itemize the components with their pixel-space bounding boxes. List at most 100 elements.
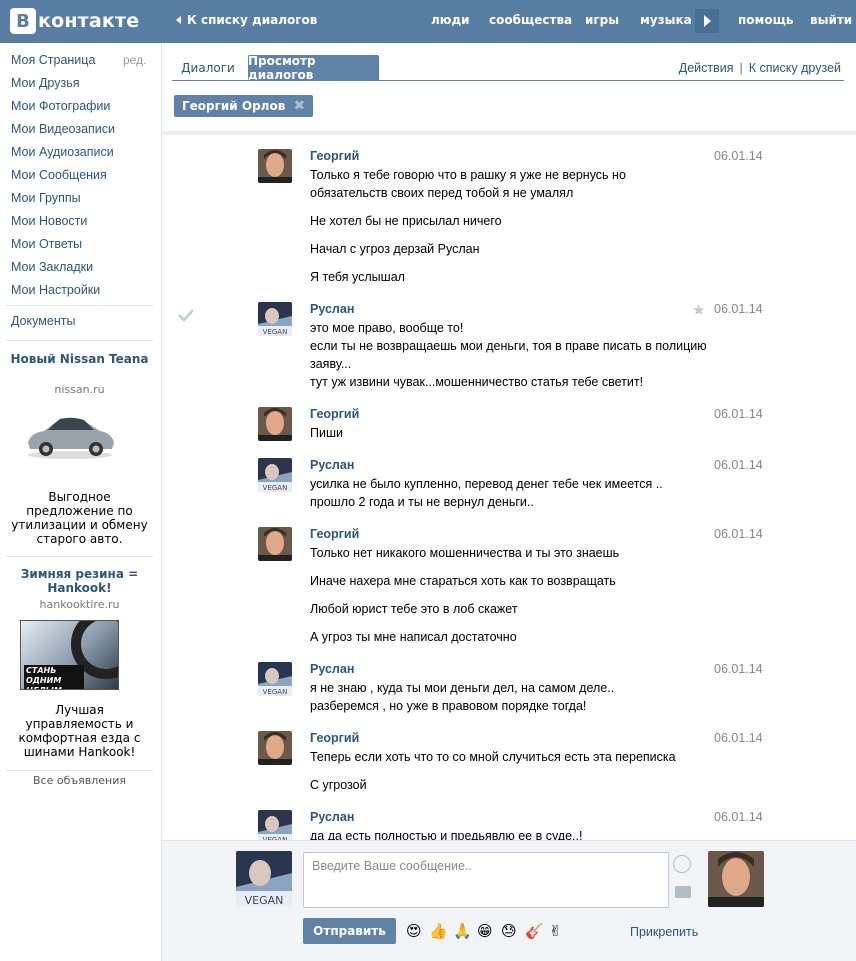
- my-avatar[interactable]: VEGAN: [236, 851, 292, 907]
- close-icon[interactable]: ✖: [293, 98, 305, 114]
- avatar-badge: VEGAN: [245, 894, 284, 907]
- message-text: заяву...: [310, 357, 352, 371]
- sidebar-item-groups[interactable]: Мои Группы: [11, 191, 81, 205]
- nav-more-button[interactable]: [695, 9, 719, 33]
- vk-logo[interactable]: В контакте: [10, 8, 139, 34]
- message-text: если ты не возвращаешь мои деньги, тоя в…: [310, 339, 707, 353]
- ad-title[interactable]: Зимняя резина = Hankook!: [6, 567, 153, 595]
- play-arrow-icon: [703, 15, 711, 27]
- send-button[interactable]: Отправить: [303, 918, 396, 944]
- emoji-guitar-icon[interactable]: 🎸: [525, 922, 544, 940]
- message-author[interactable]: Георгий: [310, 731, 359, 745]
- ad-divider: [6, 770, 153, 771]
- sidebar-item-photos[interactable]: Мои Фотографии: [11, 99, 110, 113]
- sidebar-item-audio[interactable]: Мои Аудиозаписи: [11, 145, 114, 159]
- ruslan-avatar[interactable]: VEGAN: [258, 810, 292, 840]
- nav-help[interactable]: помощь: [738, 13, 793, 27]
- georgiy-avatar[interactable]: [258, 149, 292, 183]
- sidebar-item-answers[interactable]: Мои Ответы: [11, 237, 82, 251]
- nav-games[interactable]: игры: [585, 13, 619, 27]
- message-author[interactable]: Руслан: [310, 810, 354, 824]
- ruslan-avatar[interactable]: VEGAN: [258, 458, 292, 492]
- message-date[interactable]: 06.01.14: [714, 527, 763, 541]
- sidebar-item-documents[interactable]: Документы: [11, 314, 75, 328]
- recipient-chip[interactable]: Георгий Орлов ✖: [174, 95, 314, 117]
- message-text: усилка не было купленно, перевод денег т…: [310, 477, 663, 491]
- sidebar-item-messages[interactable]: Мои Сообщения: [11, 168, 107, 182]
- message-author[interactable]: Руслан: [310, 662, 354, 676]
- message-date[interactable]: 06.01.14: [714, 407, 763, 421]
- nav-logout[interactable]: выйти: [810, 13, 852, 27]
- ruslan-avatar[interactable]: VEGAN: [258, 302, 292, 336]
- emoji-heart-eyes-icon[interactable]: 😍: [406, 922, 422, 940]
- sidebar-item-settings[interactable]: Мои Настройки: [11, 283, 100, 297]
- message-author[interactable]: Руслан: [310, 302, 354, 316]
- message-text: я не знаю , куда ты мои деньги дел, на с…: [310, 681, 615, 695]
- back-to-dialogs-label: К списку диалогов: [187, 13, 318, 27]
- avatar-badge: VEGAN: [263, 328, 288, 336]
- message-author[interactable]: Георгий: [310, 407, 359, 421]
- all-ads-link[interactable]: Все объявления: [6, 774, 153, 787]
- chevron-left-icon: [176, 16, 181, 24]
- sidebar-item-videos[interactable]: Мои Видеозаписи: [11, 122, 115, 136]
- actions-link[interactable]: Действия: [679, 61, 734, 75]
- tire-ad-image[interactable]: СТАНЬ ОДНИМ ЦЕЛЫМ: [20, 620, 119, 690]
- smile-icon[interactable]: [673, 855, 691, 873]
- ruslan-avatar[interactable]: VEGAN: [258, 662, 292, 696]
- message-input[interactable]: [303, 852, 669, 908]
- message-text: Теперь если хоть что то со мной случитьс…: [310, 750, 676, 764]
- checkmark-icon[interactable]: [177, 308, 195, 322]
- sidebar-item-news[interactable]: Мои Новости: [11, 214, 87, 228]
- message-text: А угроз ты мне написал достаточно: [310, 630, 517, 644]
- nav-communities[interactable]: сообщества: [489, 13, 572, 27]
- emoji-sweat-icon[interactable]: 😓: [501, 922, 517, 940]
- message-author[interactable]: Георгий: [310, 527, 359, 541]
- nav-music[interactable]: музыка: [640, 13, 692, 27]
- message-author[interactable]: Георгий: [310, 149, 359, 163]
- message-text: разберемся , но уже в правовом порядке т…: [310, 699, 587, 713]
- message-text: С угрозой: [310, 778, 367, 792]
- ad-text: Выгодное предложение по утилизации и обм…: [11, 490, 148, 546]
- link-separator: |: [739, 61, 743, 75]
- to-friends-link[interactable]: К списку друзей: [749, 61, 841, 75]
- message-text: да да есть полностью и предьявлю ее в су…: [310, 829, 583, 840]
- message-author[interactable]: Руслан: [310, 458, 354, 472]
- emoji-grin-icon[interactable]: 😁: [477, 922, 493, 940]
- top-links: Действия | К списку друзей: [679, 61, 841, 75]
- message-date[interactable]: 06.01.14: [714, 810, 763, 824]
- ad-domain: nissan.ru: [54, 383, 105, 396]
- georgiy-avatar[interactable]: [258, 527, 292, 561]
- edit-link[interactable]: ред.: [123, 53, 146, 67]
- emoji-pray-icon[interactable]: 🙏: [453, 922, 472, 940]
- tab-dialogs[interactable]: Диалоги: [172, 55, 244, 81]
- message-date[interactable]: 06.01.14: [714, 458, 763, 472]
- ad-domain: hankooktire.ru: [39, 598, 120, 611]
- ad-title[interactable]: Новый Nissan Teana: [6, 352, 153, 366]
- emoji-victory-icon[interactable]: ✌: [549, 922, 562, 940]
- georgiy-avatar[interactable]: [258, 407, 292, 441]
- message-text: Только я тебе говорю что в рашку я уже н…: [310, 168, 626, 182]
- georgiy-avatar[interactable]: [258, 731, 292, 765]
- emoji-thumbs-up-icon[interactable]: 👍: [429, 922, 448, 940]
- back-to-dialogs-link[interactable]: К списку диалогов: [176, 13, 317, 27]
- sidebar-item-my-page[interactable]: Моя Страница: [11, 53, 95, 67]
- message-date[interactable]: 06.01.14: [714, 149, 763, 163]
- tab-view-dialogs[interactable]: Просмотр диалогов: [248, 54, 379, 82]
- ad-divider: [6, 556, 153, 557]
- camera-icon[interactable]: [675, 886, 691, 898]
- message-text: Любой юрист тебе это в лоб скажет: [310, 602, 518, 616]
- recipient-name: Георгий Орлов: [182, 99, 286, 113]
- message-text: это мое право, вообще то!: [310, 321, 464, 335]
- nav-people[interactable]: люди: [431, 13, 470, 27]
- attach-link[interactable]: Прикрепить: [630, 925, 698, 939]
- message-date[interactable]: 06.01.14: [714, 662, 763, 676]
- sidebar-item-friends[interactable]: Мои Друзья: [11, 76, 80, 90]
- message-date[interactable]: 06.01.14: [714, 302, 763, 316]
- recipient-avatar[interactable]: [708, 851, 764, 907]
- message-text: Только нет никакого мошенничества и ты э…: [310, 546, 620, 560]
- left-menu: Моя Страница ред. Мои Друзья Мои Фотогра…: [0, 43, 160, 961]
- sidebar-item-bookmarks[interactable]: Мои Закладки: [11, 260, 93, 274]
- message-date[interactable]: 06.01.14: [714, 731, 763, 745]
- car-ad-image[interactable]: [24, 413, 116, 461]
- star-icon[interactable]: ★: [692, 301, 705, 319]
